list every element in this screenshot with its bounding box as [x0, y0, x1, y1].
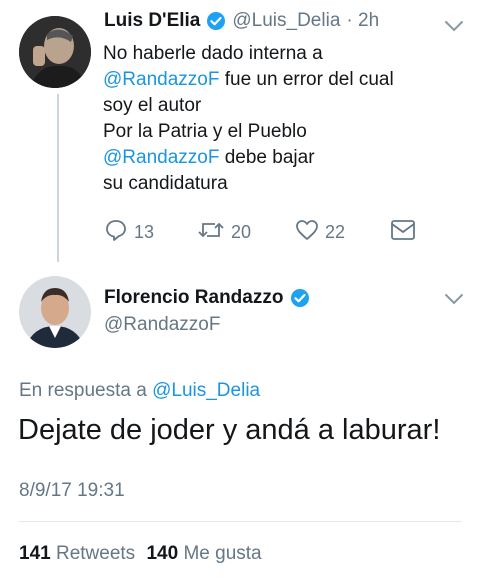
avatar-luis-delia[interactable] — [19, 16, 91, 88]
avatar-florencio-randazzo[interactable] — [19, 276, 91, 348]
reply-icon — [104, 218, 128, 247]
divider — [19, 521, 462, 522]
mention-link[interactable]: @RandazzoF — [103, 147, 219, 168]
tweet1-time[interactable]: · 2h — [346, 10, 379, 32]
like-button[interactable]: 22 — [295, 218, 345, 247]
thread-line — [57, 94, 59, 262]
tweet1-line: Por la Patria y el Pueblo — [103, 121, 307, 142]
heart-icon — [295, 218, 319, 247]
tweet1-line: su candidatura — [103, 173, 228, 194]
tweet1-text: No haberle dado interna a @RandazzoF fue… — [103, 41, 463, 197]
tweet1-line: soy el autor — [103, 95, 202, 116]
tweet2-timestamp[interactable]: 8/9/17 19:31 — [19, 480, 125, 502]
tweet1-line: No haberle dado interna a — [103, 43, 323, 64]
retweet-button[interactable]: 20 — [197, 218, 251, 247]
tweet2-chevron-down-icon[interactable] — [444, 293, 464, 305]
tweet2-author-name[interactable]: Florencio Randazzo — [104, 287, 283, 309]
retweets-stat[interactable]: 141 Retweets — [19, 543, 135, 564]
tweet1-handle[interactable]: @Luis_Delia — [232, 10, 340, 32]
verified-badge-icon — [206, 11, 226, 31]
retweet-count: 20 — [231, 222, 252, 242]
verified-badge-icon — [290, 288, 310, 308]
reply-context: En respuesta a @Luis_Delia — [19, 380, 261, 401]
tweet2-text: Dejate de joder y andá a laburar! — [18, 414, 441, 446]
engagement-stats: 141 Retweets 140 Me gusta — [19, 543, 262, 565]
envelope-icon — [390, 220, 416, 245]
tweet1-chevron-down-icon[interactable] — [444, 20, 464, 32]
tweet1-author-name[interactable]: Luis D'Elia — [104, 10, 200, 32]
likes-stat[interactable]: 140 Me gusta — [146, 543, 261, 564]
tweet2-handle[interactable]: @RandazzoF — [104, 314, 220, 336]
reply-count: 13 — [134, 222, 155, 242]
reply-button[interactable]: 13 — [104, 218, 154, 247]
like-count: 22 — [325, 222, 346, 242]
mention-link[interactable]: @RandazzoF — [103, 69, 219, 90]
reply-to-link[interactable]: @Luis_Delia — [152, 380, 260, 401]
tweet1-line: @RandazzoF fue un error del cual — [103, 69, 394, 90]
tweet1-line: @RandazzoF debe bajar — [103, 147, 315, 168]
direct-message-button[interactable] — [390, 219, 416, 246]
retweet-icon — [197, 218, 225, 247]
